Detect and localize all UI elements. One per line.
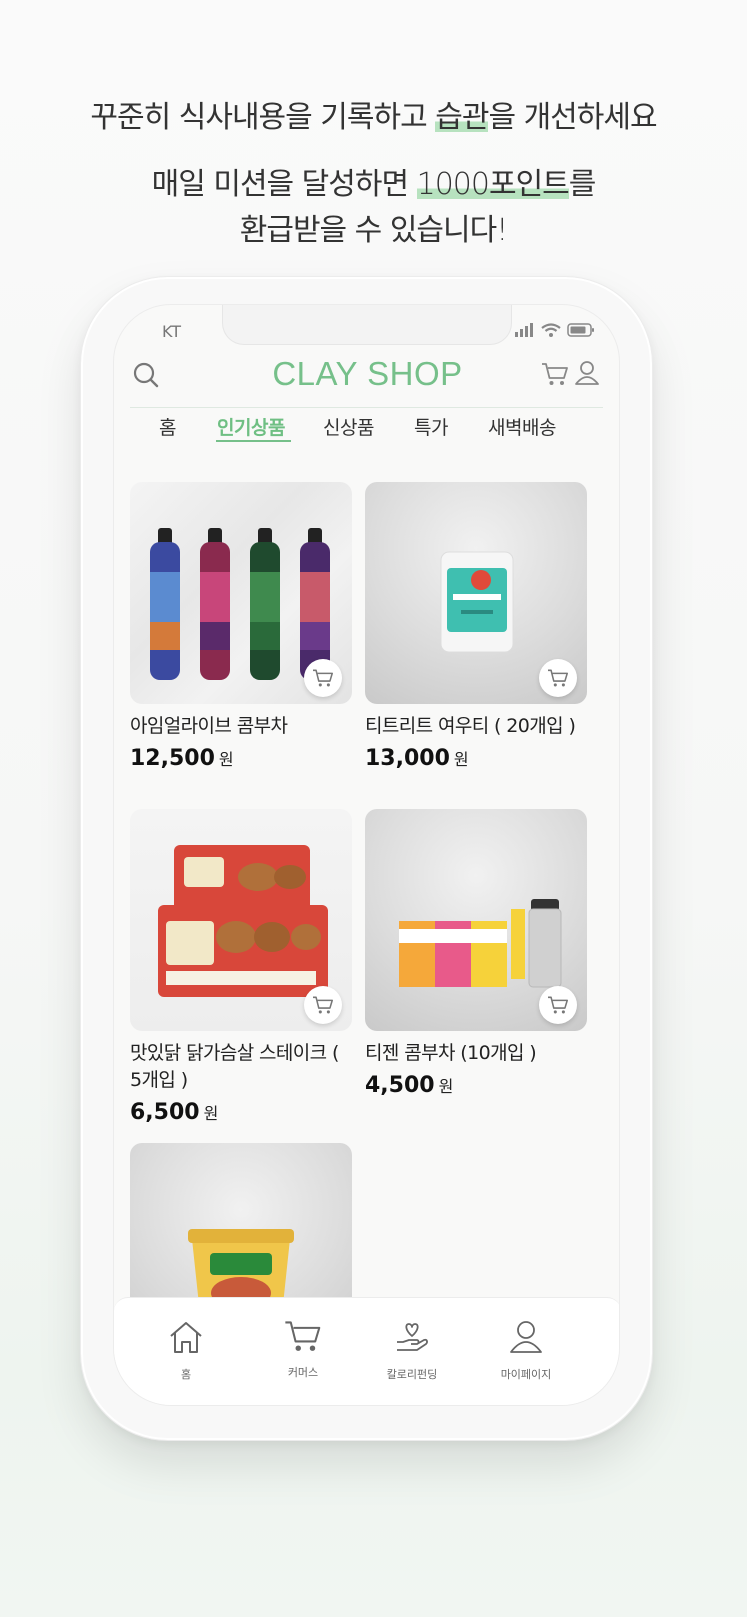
- promo-line2-post: 를: [568, 167, 597, 202]
- tab-sale[interactable]: 특가: [414, 413, 448, 440]
- nav-label: 칼로리펀딩: [386, 1368, 438, 1381]
- price-unit: 원: [438, 1077, 454, 1096]
- promo-headline-1: 꾸준히 식사내용을 기록하고 습관을 개선하세요: [0, 92, 747, 136]
- heart-hand-icon: [397, 1323, 428, 1351]
- nav-commerce[interactable]: 커머스: [258, 1318, 348, 1380]
- nav-label: 마이페이지: [500, 1368, 552, 1381]
- app-header: CLAY SHOP: [114, 347, 619, 403]
- tab-new[interactable]: 신상품: [323, 413, 374, 440]
- signal-icon: [515, 323, 533, 337]
- price-value: 12,500: [130, 746, 215, 771]
- promo-line1-pre: 꾸준히 식사내용을 기록하고: [90, 100, 436, 135]
- cart-icon: [313, 996, 333, 1014]
- price-unit: 원: [218, 750, 234, 769]
- product-price: 13,000 원: [365, 746, 587, 771]
- active-tab-indicator: [216, 440, 291, 442]
- price-value: 13,000: [365, 746, 450, 771]
- person-icon: [510, 1321, 542, 1353]
- nav-label: 커머스: [287, 1366, 319, 1379]
- price-unit: 원: [203, 1104, 219, 1123]
- tab-home[interactable]: 홈: [159, 413, 176, 440]
- promo-line3: 환급받을 수 있습니다!: [239, 213, 509, 248]
- status-icons: [515, 323, 595, 337]
- nav-label: 홈: [180, 1368, 192, 1381]
- wifi-icon: [541, 323, 561, 337]
- product-card[interactable]: 티젠 콤부차 (10개입 ) 4,500 원: [365, 809, 587, 1098]
- user-icon[interactable]: [574, 360, 600, 390]
- home-icon: [170, 1322, 202, 1353]
- promo-headline-2: 매일 미션을 달성하면 1000포인트를 환급받을 수 있습니다!: [0, 162, 747, 254]
- cart-icon[interactable]: [541, 361, 569, 391]
- product-name: 맛있닭 닭가슴살 스테이크 ( 5개입 ): [130, 1042, 339, 1091]
- product-image[interactable]: [365, 809, 587, 1031]
- header-divider: [130, 407, 603, 408]
- promo-line1-post: 을 개선하세요: [488, 100, 657, 135]
- product-name: 아임얼라이브 콤부차: [130, 715, 288, 737]
- cart-icon: [313, 669, 333, 687]
- add-to-cart-button[interactable]: [304, 986, 342, 1024]
- nav-home[interactable]: 홈: [141, 1318, 231, 1382]
- tab-popular[interactable]: 인기상품: [217, 413, 285, 440]
- product-card[interactable]: 맛있닭 닭가슴살 스테이크 ( 5개입 ) 6,500 원: [130, 809, 352, 1125]
- product-card[interactable]: 티트리트 여우티 ( 20개입 ) 13,000 원: [365, 482, 587, 771]
- product-image[interactable]: [365, 482, 587, 704]
- product-price: 12,500 원: [130, 746, 352, 771]
- add-to-cart-button[interactable]: [539, 659, 577, 697]
- product-name: 티젠 콤부차 (10개입 ): [365, 1042, 537, 1064]
- product-price: 6,500 원: [130, 1100, 352, 1125]
- product-price: 4,500 원: [365, 1073, 587, 1098]
- cart-icon: [285, 1321, 321, 1351]
- product-image[interactable]: [130, 482, 352, 704]
- price-value: 6,500: [130, 1100, 200, 1125]
- category-tabs: 홈 인기상품 신상품 특가 새벽배송: [114, 413, 619, 443]
- product-name: 티트리트 여우티 ( 20개입 ): [365, 715, 576, 737]
- promo-line2-pre: 매일 미션을 달성하면: [151, 167, 417, 202]
- promo-line2-highlight: 1000포인트: [416, 167, 570, 202]
- carrier-label: KT: [162, 322, 182, 341]
- nav-my-page[interactable]: 마이페이지: [481, 1318, 571, 1382]
- add-to-cart-button[interactable]: [539, 986, 577, 1024]
- phone-screen: KT CLAY SHOP 홈 인기상품 신상품 특가 새벽배송 아임얼라이브 콤…: [113, 304, 620, 1406]
- price-unit: 원: [453, 750, 469, 769]
- promo-line1-highlight: 습관: [435, 100, 489, 135]
- bottom-navigation: 홈 커머스 칼로리펀딩 마이페이지: [114, 1297, 619, 1405]
- product-image[interactable]: [130, 809, 352, 1031]
- cart-icon: [548, 669, 568, 687]
- phone-notch: [222, 305, 512, 345]
- battery-icon: [567, 323, 594, 337]
- tab-dawn-delivery[interactable]: 새벽배송: [488, 413, 556, 440]
- cart-icon: [548, 996, 568, 1014]
- product-card[interactable]: 아임얼라이브 콤부차 12,500 원: [130, 482, 352, 771]
- price-value: 4,500: [365, 1073, 435, 1098]
- nav-calorie-funding[interactable]: 칼로리펀딩: [367, 1318, 457, 1382]
- add-to-cart-button[interactable]: [304, 659, 342, 697]
